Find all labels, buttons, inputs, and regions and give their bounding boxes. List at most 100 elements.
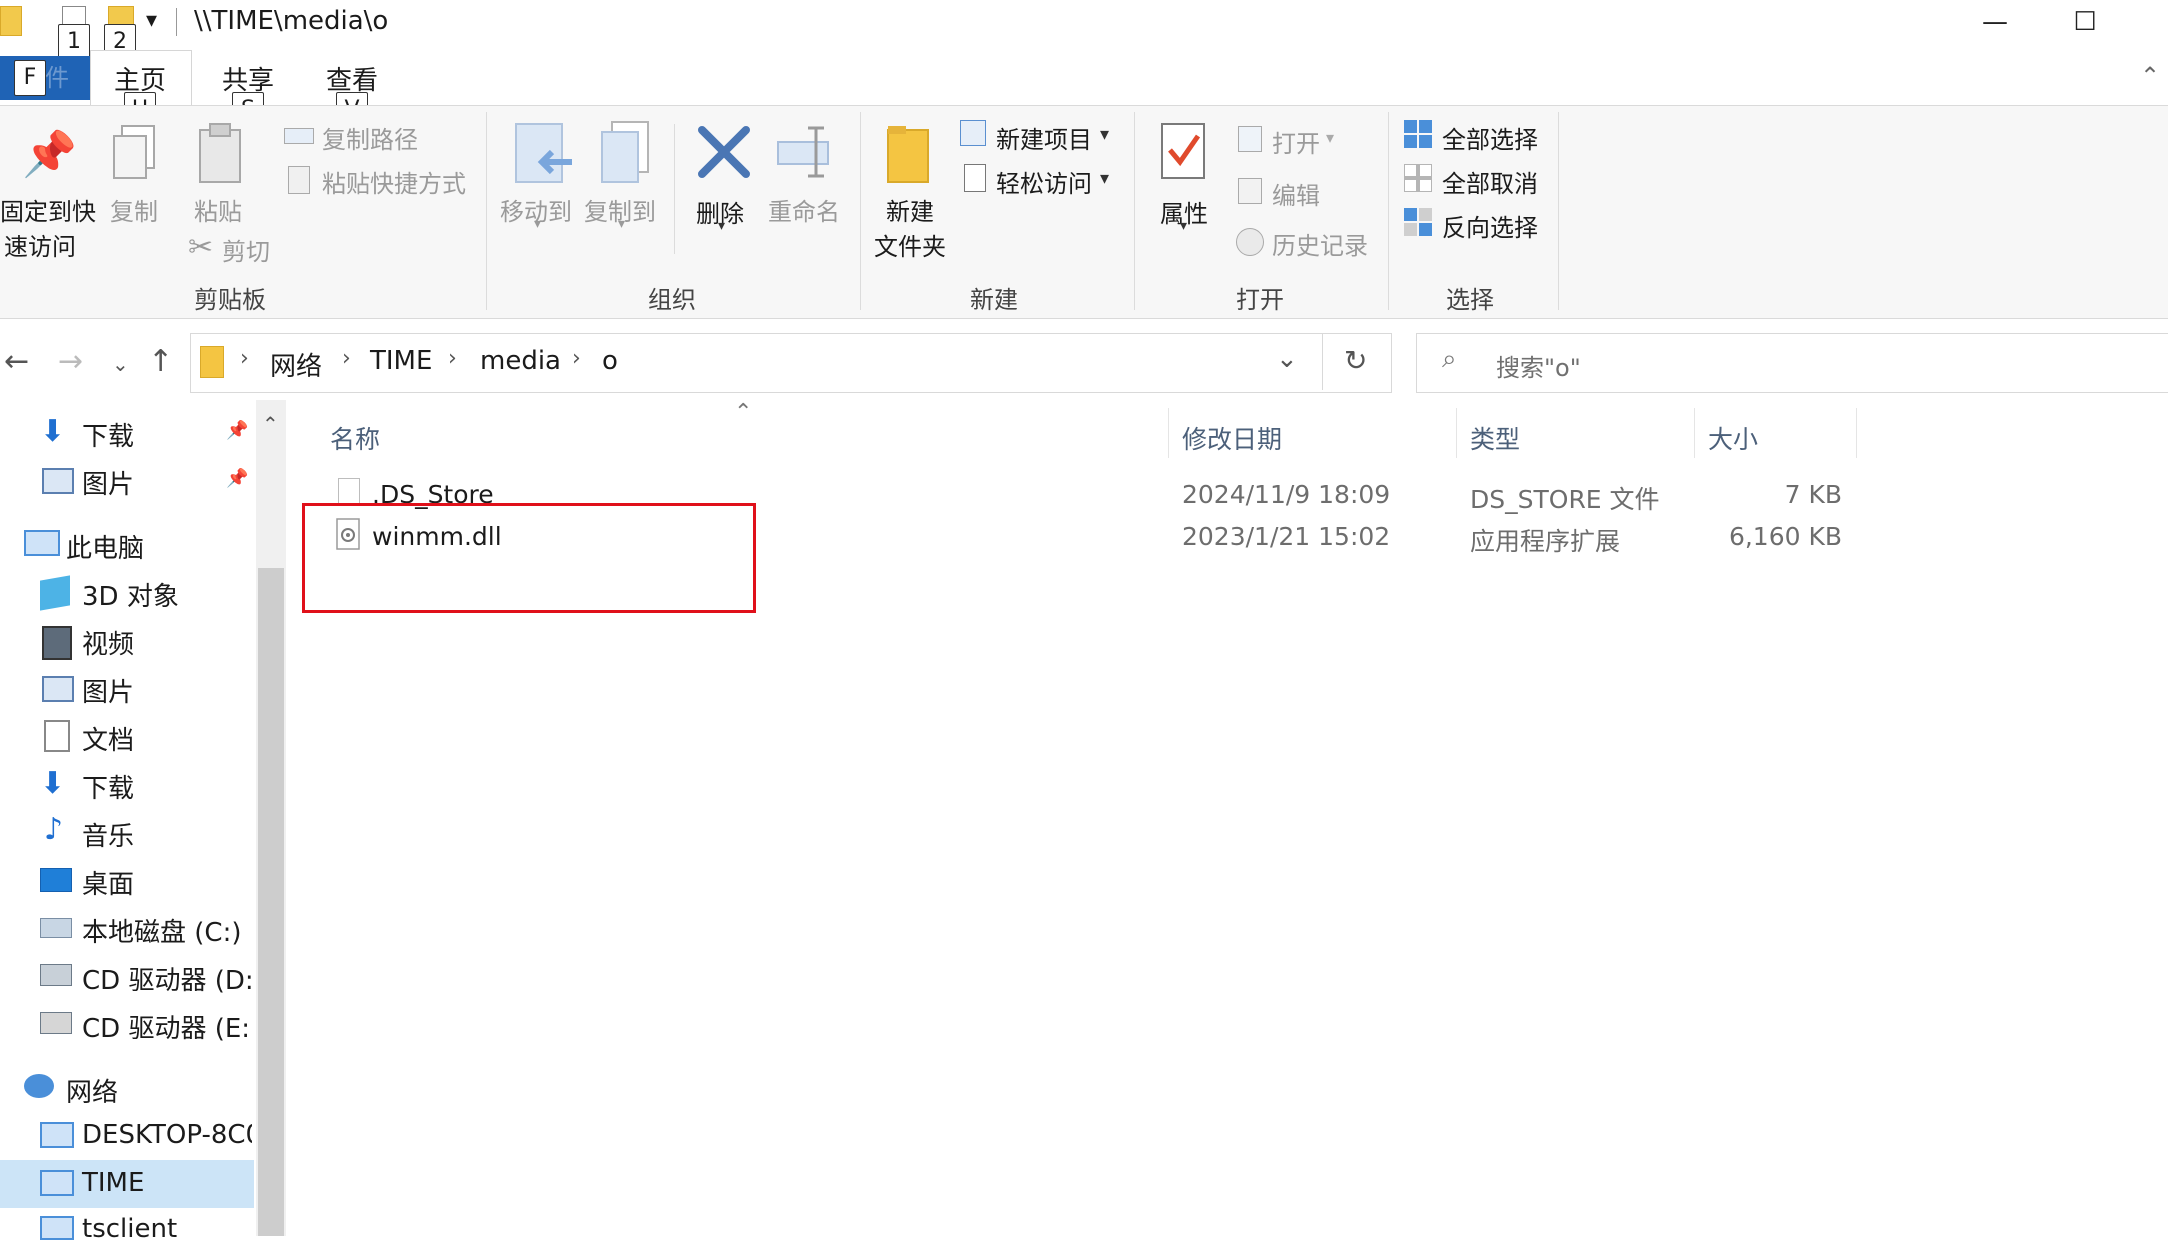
sidebar-item-tsclient[interactable]: tsclient bbox=[82, 1214, 177, 1244]
desktop-icon bbox=[40, 868, 72, 892]
pin-icon[interactable]: 📌 bbox=[226, 420, 248, 441]
refresh-icon[interactable]: ↻ bbox=[1344, 344, 1367, 377]
column-header-modified[interactable]: 修改日期 bbox=[1182, 420, 1282, 456]
pin-to-quick-access-button[interactable]: 固定到快 速访问 bbox=[0, 192, 96, 262]
sidebar-scroll-thumb[interactable] bbox=[258, 568, 284, 1236]
open-dropdown-icon[interactable]: ▾ bbox=[1326, 128, 1334, 147]
new-item-button[interactable]: 新建项目 bbox=[996, 120, 1092, 155]
copy-path-button[interactable]: 复制路径 bbox=[322, 120, 418, 155]
recent-locations-button[interactable]: ⌄ bbox=[112, 352, 129, 376]
new-folder-button[interactable]: 新建 文件夹 bbox=[874, 192, 946, 262]
paste-button[interactable]: 粘贴 bbox=[194, 192, 242, 227]
select-none-icon bbox=[1404, 164, 1432, 192]
breadcrumb-o[interactable]: o bbox=[602, 346, 618, 376]
copy-button[interactable]: 复制 bbox=[110, 192, 158, 227]
file-modified: 2023/1/21 15:02 bbox=[1182, 522, 1391, 551]
move-to-dropdown-icon[interactable]: ▾ bbox=[534, 216, 541, 232]
download-icon: ⬇ bbox=[40, 414, 66, 449]
ribbon-separator bbox=[486, 112, 487, 310]
network-icon bbox=[24, 1074, 54, 1098]
sidebar-item-this-pc[interactable]: 此电脑 bbox=[66, 528, 144, 565]
pin-label-line1: 固定到快 bbox=[0, 198, 96, 226]
breadcrumb-separator: › bbox=[342, 346, 351, 371]
column-divider bbox=[1856, 408, 1857, 458]
open-button[interactable]: 打开 bbox=[1272, 124, 1320, 159]
sidebar-item-cd-drive-d[interactable]: CD 驱动器 (D:) : bbox=[82, 960, 252, 997]
title-separator bbox=[176, 8, 177, 36]
file-modified: 2024/11/9 18:09 bbox=[1182, 480, 1391, 509]
breadcrumb-network[interactable]: 网络 bbox=[270, 346, 322, 383]
forward-button[interactable]: → bbox=[58, 344, 83, 379]
minimize-button[interactable]: — bbox=[1950, 0, 2040, 44]
address-history-dropdown-icon[interactable]: ⌄ bbox=[1276, 344, 1298, 374]
sidebar-item-3d-objects[interactable]: 3D 对象 bbox=[82, 576, 179, 613]
scroll-up-icon[interactable]: ⌃ bbox=[262, 412, 279, 436]
column-header-type[interactable]: 类型 bbox=[1470, 420, 1520, 456]
maximize-button[interactable]: ☐ bbox=[2040, 0, 2130, 44]
breadcrumb-time[interactable]: TIME bbox=[370, 346, 432, 376]
move-to-icon bbox=[515, 123, 572, 183]
computer-icon bbox=[40, 1216, 74, 1240]
pictures-icon bbox=[42, 468, 74, 494]
up-button[interactable]: ↑ bbox=[148, 344, 173, 379]
cut-icon: ✂ bbox=[188, 230, 214, 265]
breadcrumb-media[interactable]: media bbox=[480, 346, 561, 376]
select-none-button[interactable]: 全部取消 bbox=[1442, 164, 1538, 199]
sidebar-item-local-disk-c[interactable]: 本地磁盘 (C:) bbox=[82, 912, 241, 949]
sidebar-item-pictures[interactable]: 图片 bbox=[82, 672, 134, 709]
easy-access-button[interactable]: 轻松访问 bbox=[996, 164, 1092, 199]
edit-button[interactable]: 编辑 bbox=[1272, 176, 1320, 211]
paste-shortcut-button[interactable]: 粘贴快捷方式 bbox=[322, 164, 466, 199]
copy-icon bbox=[113, 125, 155, 179]
history-button[interactable]: 历史记录 bbox=[1272, 226, 1368, 261]
cut-button[interactable]: 剪切 bbox=[222, 232, 270, 267]
sidebar-item-downloads[interactable]: 下载 bbox=[82, 768, 134, 805]
invert-selection-icon bbox=[1404, 208, 1432, 236]
new-item-dropdown-icon[interactable]: ▾ bbox=[1100, 124, 1109, 145]
copy-to-dropdown-icon[interactable]: ▾ bbox=[618, 216, 625, 232]
search-input[interactable]: 搜索"o" bbox=[1496, 348, 1581, 383]
ribbon-separator bbox=[1134, 112, 1135, 310]
properties-dropdown-icon[interactable]: ▾ bbox=[1180, 218, 1187, 234]
this-pc-icon bbox=[24, 530, 60, 556]
sidebar-item-documents[interactable]: 文档 bbox=[82, 720, 134, 757]
edit-icon bbox=[1238, 178, 1262, 204]
sidebar-item-desktop[interactable]: 桌面 bbox=[82, 864, 134, 901]
copy-path-icon bbox=[284, 128, 314, 144]
clipboard-group-label: 剪贴板 bbox=[194, 286, 266, 314]
select-all-button[interactable]: 全部选择 bbox=[1442, 120, 1538, 155]
column-header-size[interactable]: 大小 bbox=[1708, 420, 1758, 456]
ribbon-separator bbox=[674, 124, 675, 254]
column-divider bbox=[1694, 408, 1695, 458]
sidebar-item-downloads-pinned[interactable]: 下载 bbox=[82, 416, 134, 453]
pictures-icon bbox=[42, 676, 74, 702]
file-icon bbox=[338, 478, 360, 506]
sidebar-item-cd-drive-e[interactable]: CD 驱动器 (E:) v bbox=[82, 1008, 252, 1045]
easy-access-dropdown-icon[interactable]: ▾ bbox=[1100, 168, 1109, 189]
select-all-icon bbox=[1404, 120, 1432, 148]
history-icon bbox=[1236, 228, 1264, 256]
sidebar-item-videos[interactable]: 视频 bbox=[82, 624, 134, 661]
sidebar-item-desktop-pc[interactable]: DESKTOP-8C0 bbox=[82, 1120, 252, 1150]
cd-drive-icon bbox=[40, 1012, 72, 1034]
sort-indicator-icon: ⌃ bbox=[734, 400, 753, 425]
pin-icon: 📌 bbox=[22, 129, 77, 180]
sidebar-item-pictures-pinned[interactable]: 图片 bbox=[82, 464, 134, 501]
rename-button[interactable]: 重命名 bbox=[768, 192, 840, 227]
breadcrumb-separator: › bbox=[240, 346, 249, 371]
qat-dropdown-icon[interactable]: ▾ bbox=[146, 8, 157, 33]
sidebar-item-time[interactable]: TIME bbox=[82, 1168, 144, 1198]
invert-selection-button[interactable]: 反向选择 bbox=[1442, 208, 1538, 243]
delete-dropdown-icon[interactable]: ▾ bbox=[718, 218, 725, 234]
rename-icon bbox=[777, 126, 829, 178]
ribbon-separator bbox=[1558, 112, 1559, 310]
sidebar-item-music[interactable]: 音乐 bbox=[82, 816, 134, 853]
ribbon-collapse-icon[interactable]: ⌃ bbox=[2140, 62, 2160, 90]
new-folder-label-line1: 新建 bbox=[886, 198, 934, 226]
open-icon bbox=[1238, 126, 1262, 152]
pin-icon[interactable]: 📌 bbox=[226, 468, 248, 489]
column-header-name[interactable]: 名称 bbox=[330, 420, 380, 456]
new-folder-label-line2: 文件夹 bbox=[874, 233, 946, 261]
sidebar-item-network[interactable]: 网络 bbox=[66, 1072, 118, 1109]
back-button[interactable]: ← bbox=[4, 344, 29, 379]
